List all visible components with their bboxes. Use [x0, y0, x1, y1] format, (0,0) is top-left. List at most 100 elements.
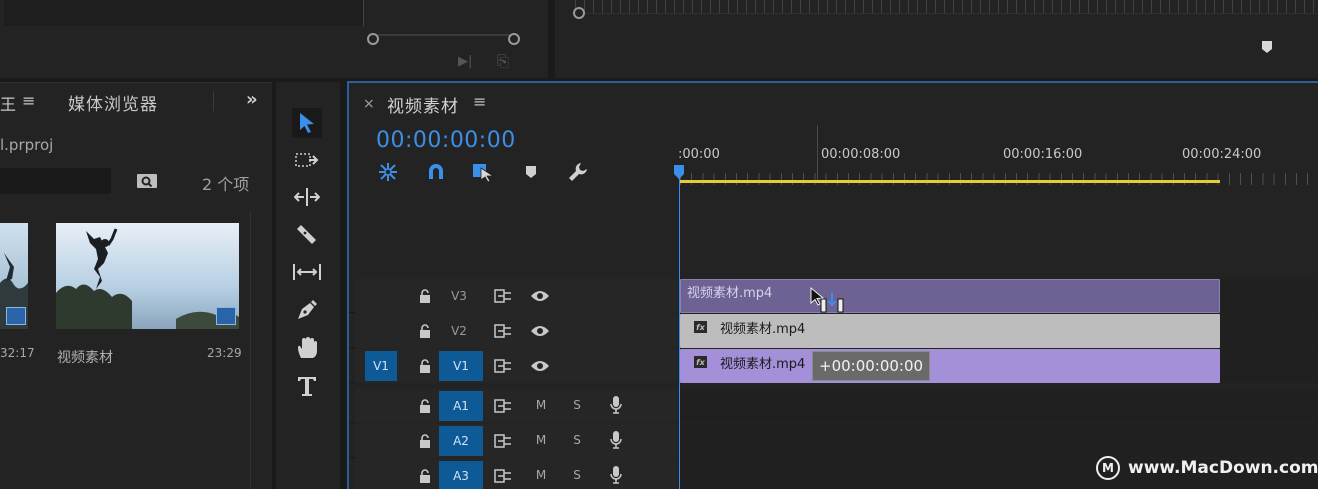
program-zoom-handle[interactable]: [573, 7, 585, 19]
tab-media-browser[interactable]: 媒体浏览器: [68, 90, 158, 115]
clip-v3-ghost[interactable]: 视频素材.mp4: [680, 279, 1220, 313]
track-target-a3[interactable]: A3: [439, 461, 483, 489]
razor-icon: [297, 225, 316, 244]
solo-button[interactable]: S: [569, 433, 585, 447]
source-patch-v1[interactable]: V1: [365, 351, 397, 381]
track-header: [355, 314, 678, 348]
step-forward-icon[interactable]: ▶|: [458, 54, 472, 69]
drag-cursor-icon: [810, 287, 844, 313]
hand-icon: [298, 337, 317, 358]
sync-lock-icon[interactable]: [493, 431, 513, 451]
wrench-icon: [569, 163, 587, 181]
lock-icon[interactable]: [415, 356, 435, 376]
track-target-a2[interactable]: A2: [439, 426, 483, 456]
lock-icon[interactable]: [415, 431, 435, 451]
pen-tool[interactable]: [292, 295, 322, 325]
ruler-label: 00:00:24:00: [1182, 147, 1262, 162]
clip-duration: 23:29: [207, 346, 242, 360]
timeline-panel: × 视频素材 ≡ 00:00:00:00 :00:00 00:00:08:00 …: [347, 81, 1318, 489]
clip-label: 视频素材.mp4: [687, 286, 773, 301]
tab-project[interactable]: 王: [0, 91, 16, 115]
track-content[interactable]: [680, 424, 1318, 458]
track-header: [355, 459, 678, 489]
zoom-scrollbar[interactable]: [372, 34, 516, 44]
clip-duration: 32:17: [0, 346, 35, 360]
clip-v2[interactable]: fx 视频素材.mp4: [680, 314, 1220, 348]
hand-tool[interactable]: [292, 333, 322, 363]
close-icon[interactable]: ×: [363, 96, 375, 112]
snap-toggle[interactable]: [424, 161, 448, 183]
ripple-edit-tool[interactable]: [292, 182, 322, 212]
mute-button[interactable]: M: [533, 398, 549, 412]
track-header: [355, 279, 678, 313]
source-monitor-bottom: ▶| ⎘: [0, 0, 548, 78]
playhead-timecode[interactable]: 00:00:00:00: [376, 128, 516, 153]
track-target-a1[interactable]: A1: [439, 391, 483, 421]
mute-button[interactable]: M: [533, 433, 549, 447]
microphone-icon[interactable]: [606, 430, 626, 450]
clip-label: 视频素材.mp4: [720, 322, 806, 337]
eye-icon[interactable]: [530, 286, 550, 306]
track-header: [355, 389, 678, 423]
solo-button[interactable]: S: [569, 398, 585, 412]
microphone-icon[interactable]: [606, 395, 626, 415]
pen-icon: [298, 300, 317, 319]
zoom-handle-left[interactable]: [367, 33, 379, 45]
track-target-v1[interactable]: V1: [439, 351, 483, 381]
microphone-icon[interactable]: [606, 465, 626, 485]
sync-lock-icon[interactable]: [493, 356, 513, 376]
find-icon[interactable]: [136, 172, 158, 190]
solo-button[interactable]: S: [569, 468, 585, 482]
search-input[interactable]: [0, 168, 111, 194]
track-label-v2[interactable]: V2: [437, 316, 481, 346]
ruler-label: 00:00:08:00: [821, 147, 901, 162]
clip-thumbnail[interactable]: [0, 223, 28, 329]
ripple-edit-icon: [294, 188, 320, 206]
clip-name[interactable]: 视频素材: [57, 347, 113, 367]
lock-icon[interactable]: [415, 466, 435, 486]
export-frame-icon[interactable]: ⎘: [497, 52, 509, 70]
zoom-handle-right[interactable]: [508, 33, 520, 45]
timeline-settings-button[interactable]: [566, 161, 590, 183]
selection-tool[interactable]: [292, 108, 322, 138]
lock-icon[interactable]: [415, 396, 435, 416]
sync-lock-icon[interactable]: [493, 396, 513, 416]
panel-menu-icon[interactable]: ≡: [22, 91, 35, 110]
track-header: [355, 349, 678, 383]
track-select-icon: [295, 153, 319, 167]
clip-v1[interactable]: fx 视频素材.mp4: [680, 349, 1220, 383]
type-icon: [298, 377, 316, 396]
nest-sequence-icon: [379, 163, 397, 181]
panel-menu-icon[interactable]: ≡: [473, 92, 486, 111]
track-label-v3[interactable]: V3: [437, 281, 481, 311]
tab-overflow-icon[interactable]: »: [246, 89, 258, 110]
sync-lock-icon[interactable]: [493, 466, 513, 486]
razor-tool[interactable]: [292, 219, 322, 249]
slip-tool[interactable]: [292, 257, 322, 287]
track-content[interactable]: [680, 389, 1318, 423]
linked-selection-toggle[interactable]: [471, 161, 495, 183]
track-select-tool[interactable]: [292, 145, 322, 175]
clip-thumbnail[interactable]: [56, 223, 239, 329]
work-area-bar[interactable]: [680, 180, 1220, 183]
program-mini-ruler[interactable]: [575, 0, 1318, 14]
type-tool[interactable]: [292, 371, 322, 401]
sync-lock-icon[interactable]: [493, 321, 513, 341]
fx-badge-icon: fx: [694, 321, 707, 333]
add-marker-button[interactable]: [519, 161, 543, 183]
eye-icon[interactable]: [530, 356, 550, 376]
selection-arrow-icon: [300, 113, 314, 133]
lock-icon[interactable]: [415, 286, 435, 306]
eye-icon[interactable]: [530, 321, 550, 341]
watermark: M www.MacDown.com: [1096, 456, 1318, 480]
lock-icon[interactable]: [415, 321, 435, 341]
sequence-tab[interactable]: 视频素材: [387, 92, 459, 117]
playhead-line[interactable]: [679, 167, 680, 489]
mute-button[interactable]: M: [533, 468, 549, 482]
track-header: [355, 424, 678, 458]
ruler-label: 00:00:16:00: [1003, 147, 1083, 162]
sync-lock-icon[interactable]: [493, 286, 513, 306]
add-marker-icon[interactable]: [1261, 40, 1273, 54]
time-ruler[interactable]: [680, 173, 1318, 185]
nest-toggle[interactable]: [376, 161, 400, 183]
